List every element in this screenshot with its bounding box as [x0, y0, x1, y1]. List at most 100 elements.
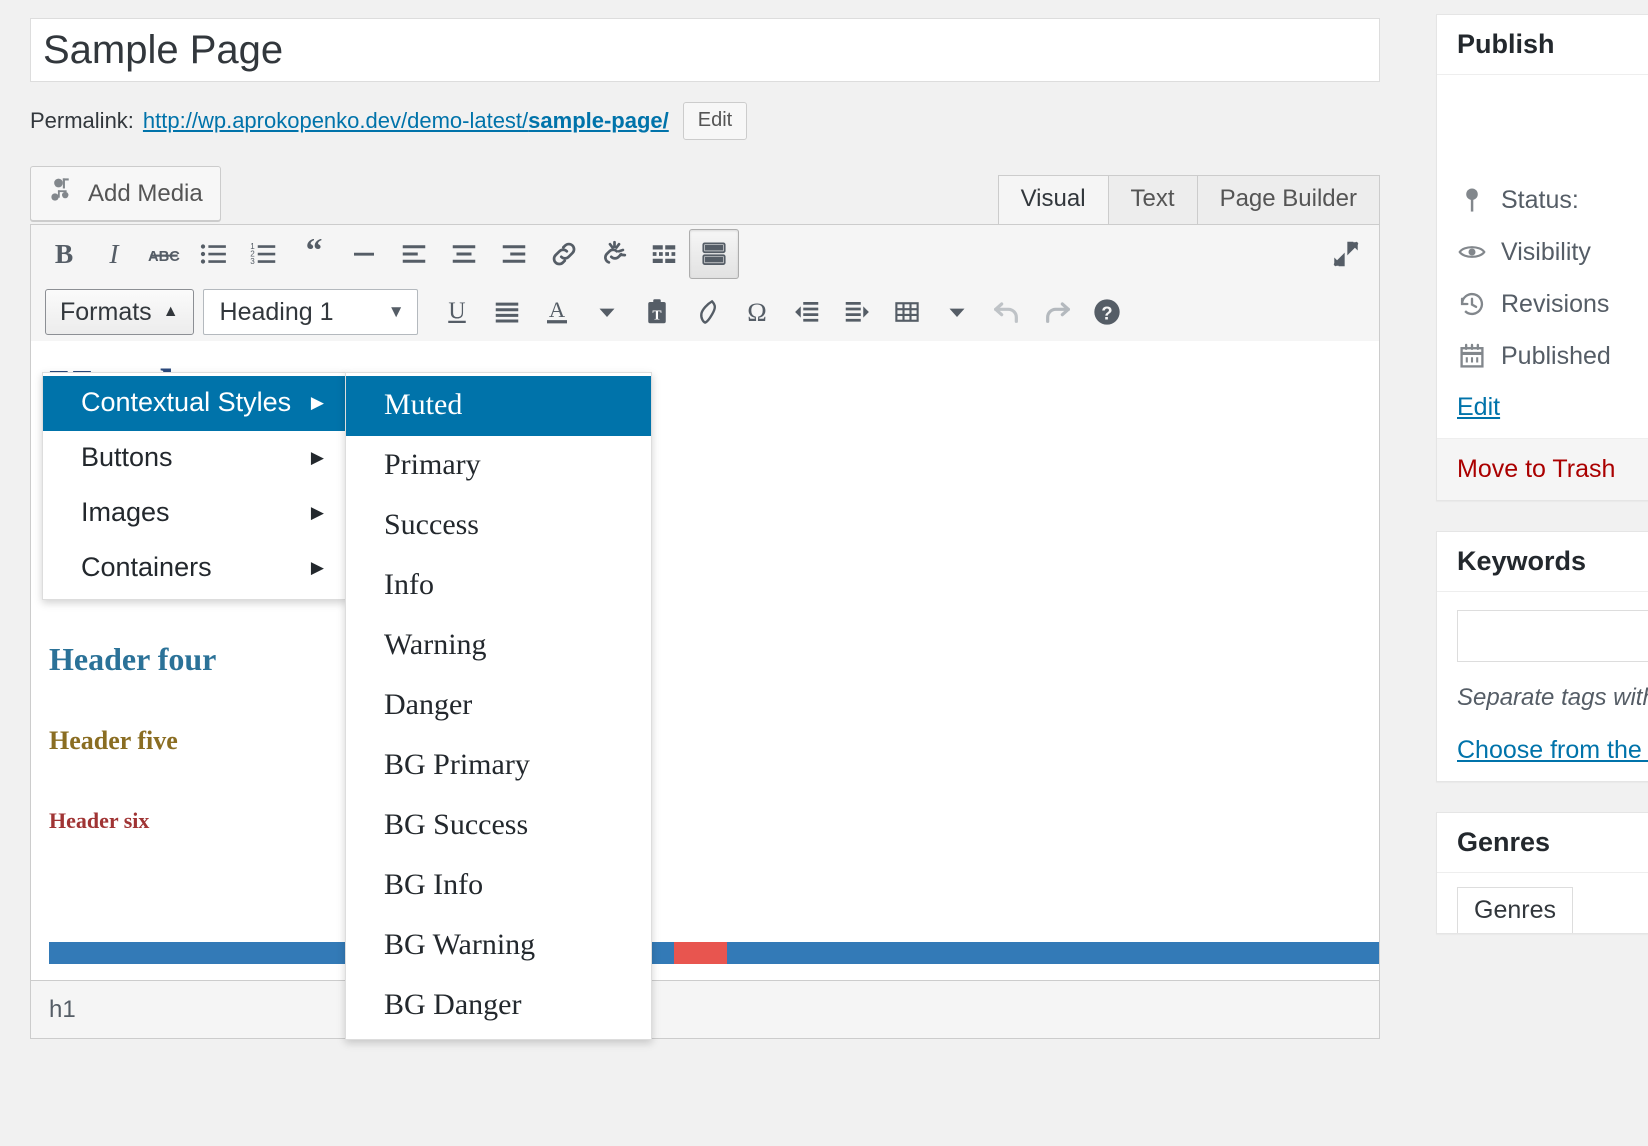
- edit-permalink-button[interactable]: Edit: [682, 102, 748, 140]
- keywords-panel: Keywords Separate tags with commas Choos…: [1436, 531, 1648, 782]
- genres-panel: Genres Genres: [1436, 812, 1648, 934]
- keywords-input[interactable]: [1457, 610, 1648, 662]
- menu-item-label: Images: [81, 497, 170, 527]
- outdent-icon[interactable]: [782, 287, 832, 337]
- pin-icon: [1457, 185, 1487, 215]
- publish-visibility-row[interactable]: Visibility: [1457, 237, 1648, 267]
- blockquote-icon[interactable]: “: [289, 229, 339, 279]
- read-more-icon[interactable]: [639, 229, 689, 279]
- heading-format-select[interactable]: Heading 1 ▼: [202, 289, 418, 335]
- content-header-six: Header six: [49, 808, 150, 834]
- table-dropdown-icon[interactable]: [932, 287, 982, 337]
- svg-text:?: ?: [1101, 302, 1112, 323]
- keywords-panel-title: Keywords: [1437, 532, 1648, 592]
- add-media-button[interactable]: Add Media: [30, 166, 221, 221]
- paste-as-text-icon[interactable]: T: [632, 287, 682, 337]
- submenu-item-bg-warning[interactable]: BG Warning: [346, 916, 651, 976]
- numbered-list-icon[interactable]: 1 2 3: [239, 229, 289, 279]
- bullet-list-icon[interactable]: [189, 229, 239, 279]
- tab-page-builder[interactable]: Page Builder: [1196, 175, 1380, 224]
- eye-icon: [1457, 237, 1487, 267]
- formats-menu: Contextual Styles ▶ Buttons ▶ Images ▶ C…: [42, 372, 347, 600]
- align-center-icon[interactable]: [439, 229, 489, 279]
- submenu-item-bg-info[interactable]: BG Info: [346, 856, 651, 916]
- strikethrough-icon[interactable]: ABC: [139, 229, 189, 279]
- menu-item-containers[interactable]: Containers ▶: [43, 541, 346, 596]
- underline-icon[interactable]: U: [432, 287, 482, 337]
- choose-from-most-used-link[interactable]: Choose from the most used tags: [1457, 736, 1648, 765]
- menu-item-label: Buttons: [81, 442, 173, 472]
- formats-button[interactable]: Formats ▲: [45, 289, 194, 335]
- publish-date-row[interactable]: Published: [1457, 341, 1648, 371]
- horizontal-rule-icon[interactable]: [339, 229, 389, 279]
- unlink-icon[interactable]: [589, 229, 639, 279]
- contextual-styles-submenu: Muted Primary Success Info Warning Dange…: [345, 372, 652, 1040]
- table-icon[interactable]: [882, 287, 932, 337]
- tab-genres[interactable]: Genres: [1457, 887, 1573, 933]
- publish-status-row[interactable]: Status:: [1457, 185, 1648, 215]
- svg-text:I: I: [108, 239, 120, 269]
- permalink-url[interactable]: http://wp.aprokopenko.dev/demo-latest/sa…: [143, 108, 669, 134]
- content-header-five: Header five: [49, 726, 178, 756]
- align-right-icon[interactable]: [489, 229, 539, 279]
- menu-item-images[interactable]: Images ▶: [43, 486, 346, 541]
- indent-icon[interactable]: [832, 287, 882, 337]
- toolbar-row-1: B I ABC 1 2 3 “: [31, 225, 1379, 283]
- add-media-label: Add Media: [88, 179, 203, 207]
- submenu-item-warning[interactable]: Warning: [346, 616, 651, 676]
- edit-publish-date-link[interactable]: Edit: [1457, 393, 1500, 422]
- tab-visual[interactable]: Visual: [997, 175, 1109, 224]
- justify-icon[interactable]: [482, 287, 532, 337]
- redo-icon[interactable]: [1032, 287, 1082, 337]
- content-header-four: Header four: [49, 641, 217, 678]
- text-color-dropdown-icon[interactable]: [582, 287, 632, 337]
- special-character-icon[interactable]: Ω: [732, 287, 782, 337]
- tab-text[interactable]: Text: [1107, 175, 1198, 224]
- publish-visibility-label: Visibility: [1501, 237, 1591, 266]
- link-icon[interactable]: [539, 229, 589, 279]
- text-color-icon[interactable]: A: [532, 287, 582, 337]
- permalink-row: Permalink: http://wp.aprokopenko.dev/dem…: [0, 82, 1410, 140]
- chevron-right-icon: ▶: [310, 393, 324, 412]
- publish-revisions-label: Revisions: [1501, 289, 1610, 318]
- help-icon[interactable]: ?: [1082, 287, 1132, 337]
- menu-item-buttons[interactable]: Buttons ▶: [43, 431, 346, 486]
- submenu-item-primary[interactable]: Primary: [346, 436, 651, 496]
- revisions-icon: [1457, 289, 1487, 319]
- svg-text:A: A: [548, 297, 565, 322]
- svg-text:“: “: [306, 239, 323, 269]
- italic-icon[interactable]: I: [89, 229, 139, 279]
- chevron-right-icon: ▶: [310, 503, 324, 522]
- submenu-item-bg-success[interactable]: BG Success: [346, 796, 651, 856]
- submenu-item-muted[interactable]: Muted: [346, 376, 651, 436]
- bold-icon[interactable]: B: [39, 229, 89, 279]
- svg-text:Ω: Ω: [747, 298, 767, 327]
- progress-segment-blue-2: [727, 942, 1379, 964]
- menu-item-label: Contextual Styles: [81, 387, 292, 417]
- publish-revisions-row[interactable]: Revisions: [1457, 289, 1648, 319]
- align-left-icon[interactable]: [389, 229, 439, 279]
- element-path: h1: [49, 995, 76, 1023]
- media-and-tabs-row: Add Media Visual Text Page Builder: [0, 140, 1410, 224]
- editor-status-bar: h1: [30, 981, 1380, 1039]
- editor-sidebar: Publish Status: Visibility Revisions Pub…: [1410, 0, 1648, 1146]
- move-to-trash-link[interactable]: Move to Trash: [1457, 455, 1615, 484]
- submenu-item-danger[interactable]: Danger: [346, 676, 651, 736]
- chevron-up-icon: ▲: [162, 303, 179, 320]
- menu-item-contextual-styles[interactable]: Contextual Styles ▶: [43, 376, 346, 431]
- submenu-item-info[interactable]: Info: [346, 556, 651, 616]
- clear-formatting-icon[interactable]: [682, 287, 732, 337]
- submenu-item-success[interactable]: Success: [346, 496, 651, 556]
- chevron-right-icon: ▶: [310, 558, 324, 577]
- wordpress-page-editor: Permalink: http://wp.aprokopenko.dev/dem…: [0, 0, 1648, 1146]
- fullscreen-icon[interactable]: [1321, 229, 1371, 279]
- chevron-right-icon: ▶: [310, 448, 324, 467]
- undo-icon[interactable]: [982, 287, 1032, 337]
- post-title-input[interactable]: [30, 18, 1380, 82]
- chevron-down-icon: ▼: [387, 302, 405, 321]
- toolbar-toggle-icon[interactable]: [689, 229, 739, 279]
- submenu-item-bg-primary[interactable]: BG Primary: [346, 736, 651, 796]
- title-area: [0, 0, 1410, 82]
- genres-panel-title: Genres: [1437, 813, 1648, 873]
- submenu-item-bg-danger[interactable]: BG Danger: [346, 976, 651, 1036]
